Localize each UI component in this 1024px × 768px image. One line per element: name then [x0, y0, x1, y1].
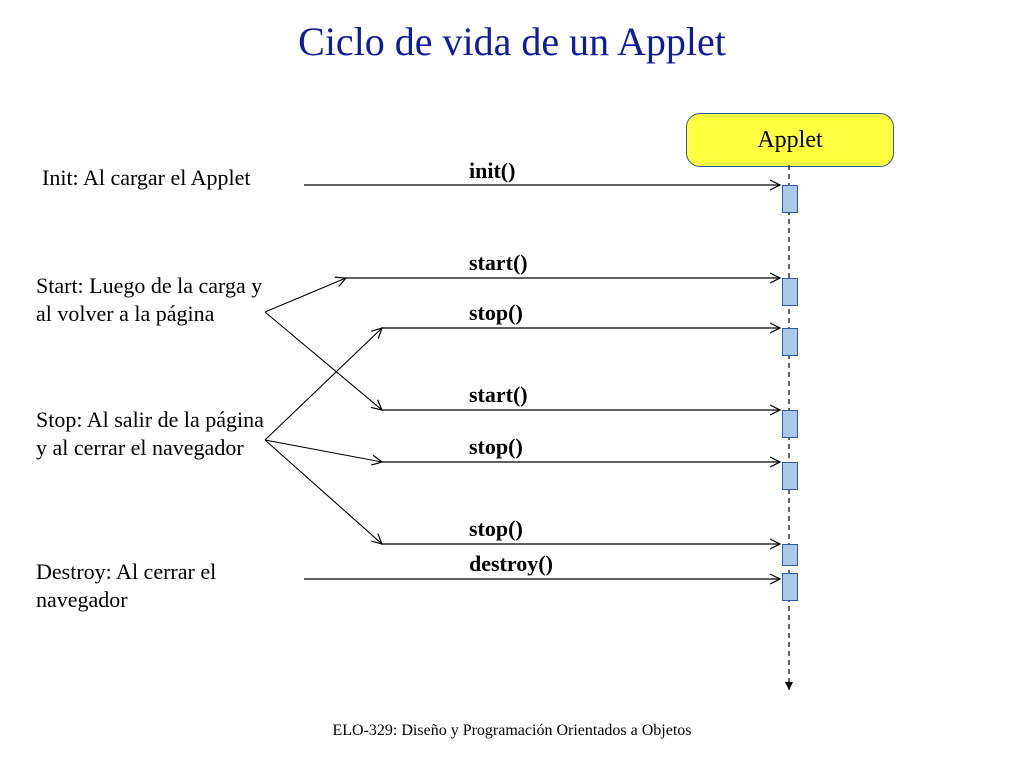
desc-init: Init: Al cargar el Applet — [42, 164, 302, 192]
footer: ELO-329: Diseño y Programación Orientado… — [0, 722, 1024, 740]
activation-init — [782, 185, 798, 213]
msg-start-2: start() — [469, 382, 528, 408]
desc-destroy: Destroy: Al cerrar el navegador — [36, 558, 266, 613]
applet-actor-label: Applet — [757, 127, 822, 154]
msg-stop-3: stop() — [469, 516, 523, 542]
activation-destroy — [782, 573, 798, 601]
slide: Ciclo de vida de un Applet Applet — [0, 0, 1024, 768]
activation-start-1 — [782, 278, 798, 306]
msg-destroy: destroy() — [469, 551, 553, 577]
activation-stop-2 — [782, 462, 798, 490]
msg-stop-2: stop() — [469, 434, 523, 460]
activation-start-2 — [782, 410, 798, 438]
desc-stop: Stop: Al salir de la página y al cerrar … — [36, 406, 266, 461]
msg-init: init() — [469, 158, 515, 184]
msg-stop-1: stop() — [469, 300, 523, 326]
activation-stop-3 — [782, 544, 798, 566]
desc-start: Start: Luego de la carga y al volver a l… — [36, 272, 266, 327]
activation-stop-1 — [782, 328, 798, 356]
applet-actor-box: Applet — [686, 113, 894, 167]
page-title: Ciclo de vida de un Applet — [0, 18, 1024, 65]
msg-start-1: start() — [469, 250, 528, 276]
